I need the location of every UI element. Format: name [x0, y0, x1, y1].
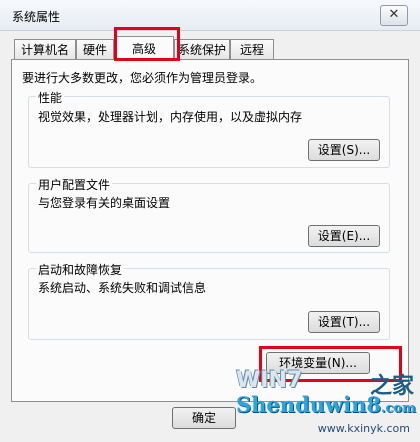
watermark-site-name: Shenduwin8	[236, 392, 381, 417]
close-icon: ✕	[388, 7, 400, 22]
ok-button[interactable]: 确定	[172, 407, 236, 429]
tab-label: 计算机名	[20, 43, 69, 57]
watermark-url: www.kxinyk.com	[317, 422, 410, 435]
user-profiles-group-title: 用户配置文件	[36, 176, 113, 193]
tab-computer-name[interactable]: 计算机名	[14, 39, 76, 59]
watermark-site: Shenduwin8.com	[236, 392, 416, 417]
tab-hardware[interactable]: 硬件	[76, 39, 114, 59]
startup-recovery-description: 系统启动、系统失败和调试信息	[38, 281, 207, 295]
watermark: WIN7 之家 Shenduwin8.com www.kxinyk.com	[236, 368, 416, 440]
watermark-site-suffix: .com	[380, 401, 416, 416]
close-button[interactable]: ✕	[380, 5, 408, 26]
tab-system-protection[interactable]: 系统保护	[174, 39, 230, 59]
user-profiles-settings-button[interactable]: 设置(E)...	[308, 225, 380, 247]
tab-label: 远程	[239, 43, 264, 57]
tab-remote[interactable]: 远程	[230, 39, 274, 59]
performance-settings-button[interactable]: 设置(S)...	[308, 139, 380, 161]
performance-description: 视觉效果，处理器计划，内存使用，以及虚拟内存	[38, 110, 303, 124]
tab-label: 系统保护	[177, 43, 226, 57]
performance-group-title: 性能	[36, 89, 65, 106]
tab-label: 硬件	[82, 43, 107, 57]
watermark-logo: WIN7	[236, 368, 303, 393]
startup-recovery-group-title: 启动和故障恢复	[36, 261, 125, 278]
title-bar: 系统属性 ✕	[0, 0, 420, 31]
admin-notice: 要进行大多数更改，您必须作为管理员登录。	[22, 71, 263, 85]
window-title: 系统属性	[12, 10, 61, 24]
tab-advanced[interactable]: 高级	[114, 36, 174, 60]
user-profiles-description: 与您登录有关的桌面设置	[38, 196, 171, 210]
startup-recovery-settings-button[interactable]: 设置(T)...	[308, 311, 380, 333]
tab-label: 高级	[131, 42, 156, 56]
